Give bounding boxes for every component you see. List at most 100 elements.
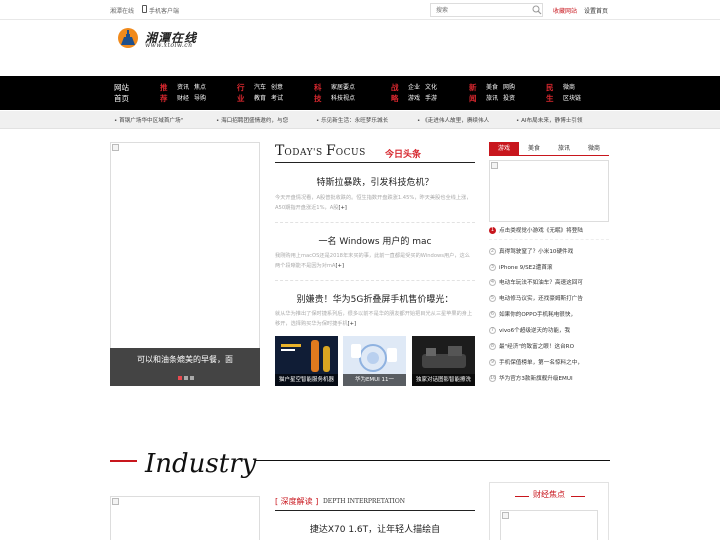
nav-group-tech: 科技 家居要点 科技视点 xyxy=(314,82,374,106)
nav-category-label: 行业 xyxy=(237,83,245,103)
thumbnail-card[interactable]: 华为EMUI 11一 xyxy=(343,336,406,386)
tab-food[interactable]: 美食 xyxy=(519,142,549,155)
broken-image-icon xyxy=(502,512,509,519)
finance-image[interactable] xyxy=(500,510,598,540)
nav-link[interactable]: 游戏 xyxy=(408,93,420,104)
nav-link[interactable]: 投资 xyxy=(503,93,515,104)
featured-image[interactable] xyxy=(489,160,609,222)
rank-item[interactable]: 3 iPhone 9/SE2遭首滚 xyxy=(489,263,611,273)
accent-rule xyxy=(110,460,137,462)
nav-link[interactable]: 文化 xyxy=(425,82,437,93)
read-more-link[interactable]: [+] xyxy=(335,263,343,269)
rank-number: 5 xyxy=(489,294,496,302)
slide-dot[interactable] xyxy=(184,376,188,380)
divider xyxy=(275,162,475,163)
nav-category-label: 民生 xyxy=(546,83,554,103)
divider xyxy=(489,239,609,240)
nav-link[interactable]: 美食 xyxy=(486,82,498,93)
nav-link[interactable]: 家居要点 xyxy=(331,82,355,93)
ticker-item[interactable]: • 《走进伟人故里，赓续伟人 xyxy=(417,116,489,124)
rank-number: 2 xyxy=(489,247,496,255)
rank-number: 1 xyxy=(489,226,496,234)
rank-item[interactable]: 9 手机保值榜单，第一名惊料之中， xyxy=(489,358,611,368)
deep-article-title[interactable]: 捷达X70 1.6T，让年轻人描绘自 xyxy=(275,522,475,535)
rank-item[interactable]: 5 电动修马议实，还找豪姆斯打广告 xyxy=(489,294,611,304)
site-name-link[interactable]: 湘潭在线 xyxy=(110,6,134,15)
nav-category-label: 新闻 xyxy=(469,83,477,103)
divider xyxy=(489,155,609,156)
tab-games[interactable]: 游戏 xyxy=(489,142,519,155)
nav-link[interactable]: 手游 xyxy=(425,93,437,104)
set-home-link[interactable]: 设置首页 xyxy=(584,6,608,15)
rank-item[interactable]: 8 最"经济"的致富之眼！这台RO xyxy=(489,342,611,352)
nav-category-label: 科技 xyxy=(314,83,322,103)
nav-group-industry: 行业 汽车 创意 教育 考试 xyxy=(237,82,287,106)
nav-link[interactable]: 考试 xyxy=(271,93,283,104)
ticker-item[interactable]: • AI布局未来，静博士引领 xyxy=(516,116,583,124)
nav-link[interactable]: 资讯 xyxy=(177,82,189,93)
tab-microbusiness[interactable]: 微商 xyxy=(579,142,609,155)
mobile-client-link[interactable]: 手机客户端 xyxy=(149,6,179,15)
broken-image-icon xyxy=(491,162,498,169)
deep-interpretation-label-en: DEPTH INTERPRETATION xyxy=(323,498,406,505)
read-more-link[interactable]: [+] xyxy=(338,205,346,211)
nav-link[interactable]: 教育 xyxy=(254,93,266,104)
search-icon[interactable] xyxy=(532,5,542,15)
headline-title[interactable]: 一名 Windows 用户的 mac xyxy=(275,234,475,247)
rank-item[interactable]: 2 真得驾驶窒了？小米10硬件戏 xyxy=(489,247,611,257)
rank-number: 8 xyxy=(489,342,496,350)
logo-icon[interactable] xyxy=(117,27,139,49)
rank-item[interactable]: 6 如果你的OPPO手机耗电很快， xyxy=(489,310,611,320)
rank-number: 10 xyxy=(489,374,497,382)
nav-link[interactable]: 网购 xyxy=(503,82,515,93)
rank-number: 6 xyxy=(489,310,496,318)
deep-interpretation-label: [ 深度解读 ] xyxy=(275,497,319,506)
headline-summary: 我刚购用上macOS还是2018年末买的事，此前一直都是受买的Windows用户… xyxy=(275,253,470,269)
nav-link[interactable]: 科技视点 xyxy=(331,93,355,104)
nav-link[interactable]: 微商 xyxy=(563,82,575,93)
nav-category-label: 推荐 xyxy=(160,83,168,103)
nav-link[interactable]: 汽车 xyxy=(254,82,266,93)
ticker-item[interactable]: • 乐见新生活：永旺梦乐城长 xyxy=(316,116,388,124)
top-bar: 湘潭在线 手机客户端 收藏网站 设置首页 xyxy=(0,0,720,20)
industry-image[interactable] xyxy=(110,496,260,540)
news-ticker: • 首钢广场华中区域首广场" • 海口招聘团盛情邀约，与您 • 乐见新生活：永旺… xyxy=(0,111,720,129)
thumbnail-caption: 猫户星空智能服务机器 xyxy=(275,374,338,386)
slide-dot[interactable] xyxy=(190,376,194,380)
thumbnail-card[interactable]: 独家对话图影智能擦洗 xyxy=(412,336,475,386)
headline-title[interactable]: 特斯拉暴跌，引发科技危机？ xyxy=(275,175,475,188)
nav-link[interactable]: 创意 xyxy=(271,82,283,93)
divider xyxy=(275,510,475,511)
slide-dot-active[interactable] xyxy=(178,376,182,380)
rank-item[interactable]: 10 华为官方3款新旗舰升级EMUI xyxy=(489,374,611,384)
headline-title[interactable]: 别嫌贵！华为5G折叠屏手机售价曝光： xyxy=(275,292,475,305)
rank-item[interactable]: 7 vivo6个超级逆天的功能，我 xyxy=(489,326,611,336)
ticker-item[interactable]: • 海口招聘团盛情邀约，与您 xyxy=(216,116,288,124)
nav-link[interactable]: 导购 xyxy=(194,93,206,104)
nav-group-strategy: 战略 企业 文化 游戏 手游 xyxy=(391,82,441,106)
favorite-link[interactable]: 收藏网站 xyxy=(553,6,577,15)
nav-group-recommend: 推荐 资讯 焦点 财经 导购 xyxy=(160,82,210,106)
read-more-link[interactable]: [+] xyxy=(348,321,356,327)
rank-item[interactable]: 1 点击类视觉小游戏《无眠》将登陆 xyxy=(489,226,611,236)
divider xyxy=(275,280,475,281)
thumbnail-card[interactable]: 猫户星空智能服务机器 xyxy=(275,336,338,386)
nav-link[interactable]: 企业 xyxy=(408,82,420,93)
accent-rule xyxy=(571,496,585,497)
headline-summary: 就从华为推出了保时捷系列后，很多以前不是华的朋友都开始把目光从三星苹果的身上移开… xyxy=(275,311,473,327)
focus-section-title-cn: 今日头条 xyxy=(385,150,422,160)
nav-link[interactable]: 焦点 xyxy=(194,82,206,93)
category-tabs: 游戏 美食 旅讯 微商 xyxy=(489,142,609,155)
nav-group-news: 新闻 美食 网购 旅讯 投资 xyxy=(469,82,519,106)
nav-link[interactable]: 旅讯 xyxy=(486,93,498,104)
nav-link[interactable]: 财经 xyxy=(177,93,189,104)
rank-item[interactable]: 4 电动车玩法不如油车？高速这回可 xyxy=(489,278,611,288)
broken-image-icon xyxy=(112,144,119,151)
nav-home-link[interactable]: 网站首页 xyxy=(114,82,134,104)
rank-number: 9 xyxy=(489,358,496,366)
search-input[interactable] xyxy=(430,3,543,17)
ticker-item[interactable]: • 首钢广场华中区域首广场" xyxy=(114,116,183,124)
nav-link[interactable]: 区块链 xyxy=(563,93,581,104)
slideshow-caption[interactable]: 可以和油条媲美的早餐，面 xyxy=(110,348,260,386)
tab-travel[interactable]: 旅讯 xyxy=(549,142,579,155)
